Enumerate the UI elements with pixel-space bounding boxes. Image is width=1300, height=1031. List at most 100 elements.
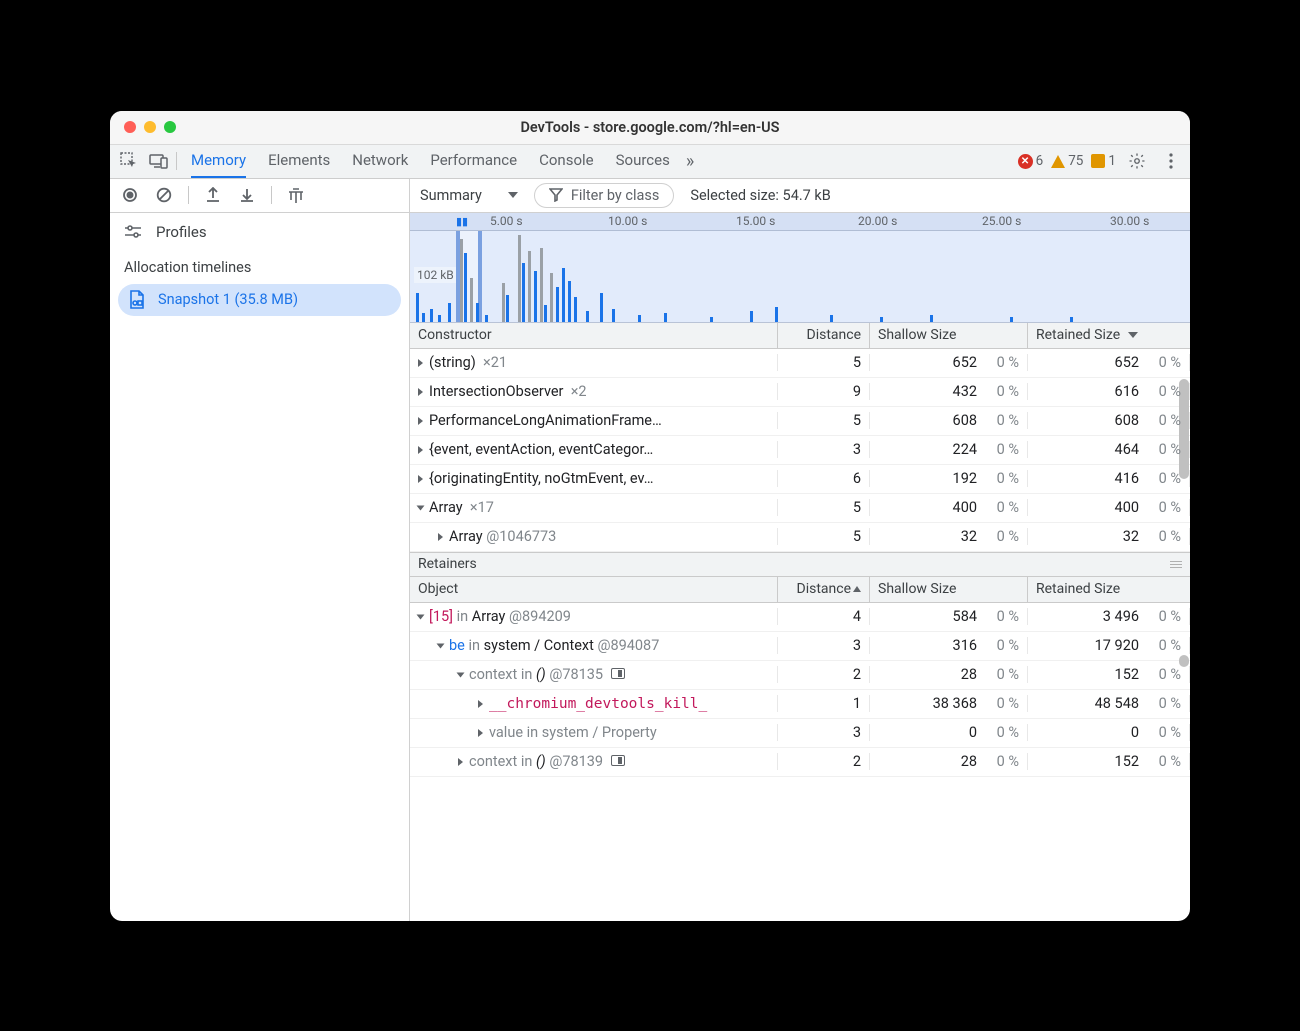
table-row[interactable]: value in system / Property300 %00 % xyxy=(410,719,1190,748)
table-row[interactable]: IntersectionObserver ×294320 %6160 % xyxy=(410,378,1190,407)
timeline-bar xyxy=(544,305,547,323)
sort-desc-icon xyxy=(1128,332,1138,338)
constructor-table-header: Constructor Distance Shallow Size Retain… xyxy=(410,323,1190,349)
table-row[interactable]: Array @10467955320 %320 % xyxy=(410,552,1190,553)
timeline-bar xyxy=(638,315,641,323)
col-retained[interactable]: Retained Size xyxy=(1028,323,1190,348)
profiles-section-label: Allocation timelines xyxy=(110,251,409,282)
scrollbar-thumb[interactable] xyxy=(1179,655,1189,667)
table-row[interactable]: be in system / Context @89408733160 %17 … xyxy=(410,632,1190,661)
error-icon: ✕ xyxy=(1018,154,1033,169)
timeline-bar xyxy=(1010,317,1013,323)
col-distance[interactable]: Distance xyxy=(778,323,870,348)
expand-icon[interactable] xyxy=(418,388,423,396)
timeline-bar xyxy=(562,268,565,323)
row-label: value in system / Property xyxy=(489,724,657,741)
table-row[interactable]: {originatingEntity, noGtmEvent, ev…61920… xyxy=(410,465,1190,494)
timeline-ruler: ▮▮5.00 s10.00 s15.00 s20.00 s25.00 s30.0… xyxy=(410,213,1190,231)
settings-icon[interactable] xyxy=(1124,148,1150,174)
table-row[interactable]: Array @10467735320 %320 % xyxy=(410,523,1190,552)
timeline-bar xyxy=(574,297,577,323)
retainers-table-rows[interactable]: [15] in Array @89420945840 %3 4960 %be i… xyxy=(410,603,1190,921)
table-row[interactable]: (string) ×2156520 %6520 % xyxy=(410,349,1190,378)
expand-icon[interactable] xyxy=(457,672,465,677)
errors-badge[interactable]: ✕ 6 xyxy=(1018,153,1044,169)
table-row[interactable]: Array ×1754000 %4000 % xyxy=(410,494,1190,523)
expand-icon[interactable] xyxy=(418,359,423,367)
minimize-icon[interactable] xyxy=(144,121,156,133)
expand-icon[interactable] xyxy=(438,533,443,541)
upload-icon[interactable] xyxy=(203,185,223,205)
more-icon[interactable] xyxy=(1158,148,1184,174)
close-icon[interactable] xyxy=(124,121,136,133)
timeline-bar xyxy=(430,309,433,323)
gc-icon[interactable] xyxy=(286,185,306,205)
snapshot-icon xyxy=(128,290,146,310)
issues-badge[interactable]: 1 xyxy=(1091,153,1116,169)
expand-icon[interactable] xyxy=(478,729,483,737)
clear-icon[interactable] xyxy=(154,185,174,205)
retainers-header: Retainers xyxy=(410,553,1190,577)
expand-icon[interactable] xyxy=(418,446,423,454)
tab-console[interactable]: Console xyxy=(539,145,594,178)
download-icon[interactable] xyxy=(237,185,257,205)
col-object[interactable]: Object xyxy=(410,577,778,602)
snapshot-item[interactable]: Snapshot 1 (35.8 MB) xyxy=(118,284,401,316)
timeline-bar xyxy=(464,253,467,323)
timeline-bar xyxy=(422,313,425,323)
tab-elements[interactable]: Elements xyxy=(268,145,330,178)
warnings-badge[interactable]: 75 xyxy=(1051,153,1083,169)
expand-icon[interactable] xyxy=(418,475,423,483)
maximize-icon[interactable] xyxy=(164,121,176,133)
tab-memory[interactable]: Memory xyxy=(191,145,246,178)
col-shallow[interactable]: Shallow Size xyxy=(870,323,1028,348)
expand-icon[interactable] xyxy=(417,505,425,510)
row-label: (string) xyxy=(429,354,476,371)
timeline-tick: 30.00 s xyxy=(1110,214,1149,228)
row-label: be in system / Context @894087 xyxy=(449,637,659,654)
table-row[interactable]: context in () @78139 2280 %1520 % xyxy=(410,748,1190,777)
expand-icon[interactable] xyxy=(478,700,483,708)
row-label: __chromium_devtools_kill_ xyxy=(489,695,707,712)
tab-performance[interactable]: Performance xyxy=(430,145,517,178)
sort-asc-icon xyxy=(853,586,861,592)
allocation-timeline[interactable]: ▮▮5.00 s10.00 s15.00 s20.00 s25.00 s30.0… xyxy=(410,213,1190,323)
col-constructor[interactable]: Constructor xyxy=(410,323,778,348)
table-row[interactable]: {event, eventAction, eventCategor…32240 … xyxy=(410,436,1190,465)
timeline-bar xyxy=(556,287,559,323)
table-row[interactable]: __chromium_devtools_kill_138 3680 %48 54… xyxy=(410,690,1190,719)
expand-icon[interactable] xyxy=(458,758,463,766)
issue-icon xyxy=(1091,154,1105,168)
col-distance[interactable]: Distance xyxy=(778,577,870,602)
more-tabs-icon[interactable]: » xyxy=(686,151,694,172)
inspect-icon[interactable] xyxy=(116,148,142,174)
devtools-window: DevTools - store.google.com/?hl=en-US Me… xyxy=(110,111,1190,921)
expand-icon[interactable] xyxy=(417,614,425,619)
row-label: context in () @78135 xyxy=(469,666,625,683)
timeline-bar xyxy=(534,271,537,323)
expand-icon[interactable] xyxy=(437,643,445,648)
retainers-menu-icon[interactable] xyxy=(1170,561,1182,568)
view-dropdown[interactable]: Summary xyxy=(420,187,518,204)
col-retained[interactable]: Retained Size xyxy=(1028,577,1190,602)
selected-size-label: Selected size: 54.7 kB xyxy=(690,187,830,204)
device-toggle-icon[interactable] xyxy=(146,148,172,174)
timeline-bar xyxy=(476,303,479,323)
filter-input[interactable]: Filter by class xyxy=(534,183,675,208)
col-shallow[interactable]: Shallow Size xyxy=(870,577,1028,602)
timeline-bar xyxy=(930,315,933,323)
record-icon[interactable] xyxy=(120,185,140,205)
timeline-tick: 25.00 s xyxy=(982,214,1021,228)
tab-sources[interactable]: Sources xyxy=(616,145,670,178)
table-row[interactable]: context in () @78135 2280 %1520 % xyxy=(410,661,1190,690)
tab-network[interactable]: Network xyxy=(352,145,408,178)
row-label: IntersectionObserver xyxy=(429,383,563,400)
table-row[interactable]: PerformanceLongAnimationFrame…56080 %608… xyxy=(410,407,1190,436)
expand-icon[interactable] xyxy=(418,417,423,425)
table-row[interactable]: [15] in Array @89420945840 %3 4960 % xyxy=(410,603,1190,632)
timeline-tick: 10.00 s xyxy=(608,214,647,228)
constructor-table-rows[interactable]: (string) ×2156520 %6520 %IntersectionObs… xyxy=(410,349,1190,553)
timeline-bar xyxy=(540,248,543,323)
timeline-bar xyxy=(416,293,419,323)
timeline-bar xyxy=(438,315,441,323)
